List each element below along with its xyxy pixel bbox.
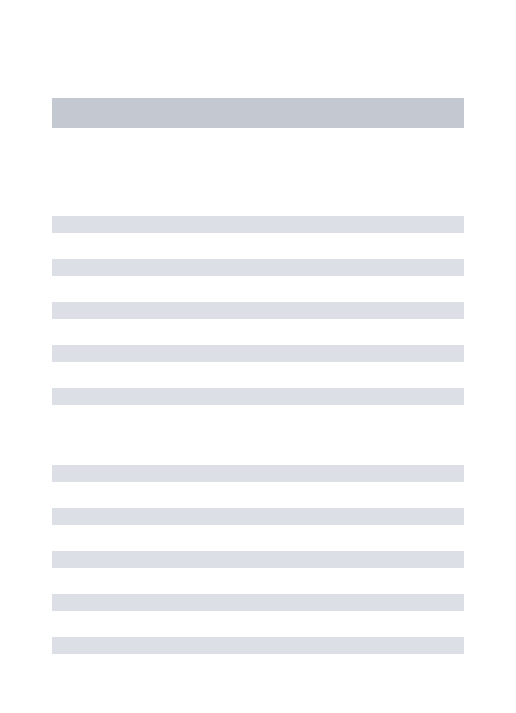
text-line-placeholder	[52, 388, 464, 405]
text-line-placeholder	[52, 508, 464, 525]
text-line-placeholder	[52, 216, 464, 233]
text-line-placeholder	[52, 551, 464, 568]
text-line-placeholder	[52, 594, 464, 611]
text-line-placeholder	[52, 465, 464, 482]
text-line-placeholder	[52, 302, 464, 319]
text-line-placeholder	[52, 345, 464, 362]
title-placeholder-bar	[52, 98, 464, 128]
text-line-placeholder	[52, 637, 464, 654]
text-line-placeholder	[52, 259, 464, 276]
